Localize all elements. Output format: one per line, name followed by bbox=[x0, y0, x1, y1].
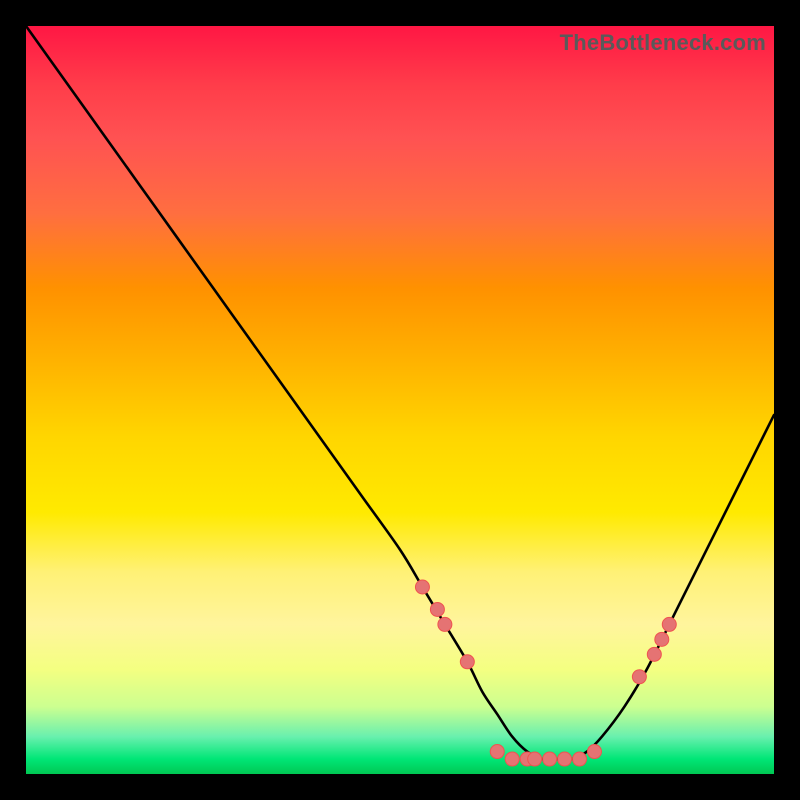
markers-group bbox=[415, 580, 676, 766]
marker-dot bbox=[662, 617, 676, 631]
marker-dot bbox=[490, 745, 504, 759]
marker-dot bbox=[528, 752, 542, 766]
marker-dot bbox=[647, 647, 661, 661]
marker-dot bbox=[655, 632, 669, 646]
marker-dot bbox=[415, 580, 429, 594]
marker-dot bbox=[632, 670, 646, 684]
bottleneck-curve bbox=[26, 26, 774, 760]
chart-area: TheBottleneck.com bbox=[26, 26, 774, 774]
marker-dot bbox=[558, 752, 572, 766]
marker-dot bbox=[573, 752, 587, 766]
marker-dot bbox=[430, 602, 444, 616]
marker-dot bbox=[460, 655, 474, 669]
marker-dot bbox=[587, 745, 601, 759]
marker-dot bbox=[438, 617, 452, 631]
marker-dot bbox=[543, 752, 557, 766]
marker-dot bbox=[505, 752, 519, 766]
bottleneck-chart bbox=[26, 26, 774, 774]
